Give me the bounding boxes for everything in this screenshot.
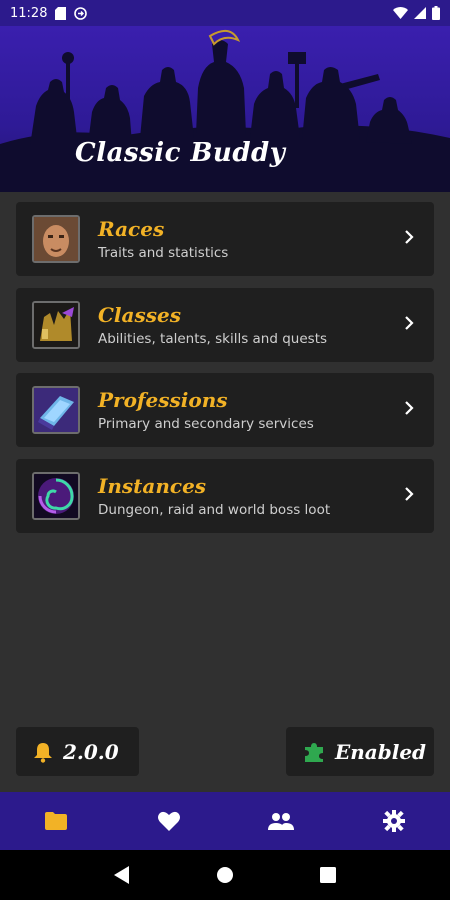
menu-item-subtitle: Abilities, talents, skills and quests [98, 330, 328, 347]
profession-icon [32, 386, 80, 434]
version-button[interactable]: 2.0.0 [16, 727, 139, 776]
menu-item-subtitle: Dungeon, raid and world boss loot [98, 501, 331, 518]
heart-icon [157, 811, 180, 831]
menu-list: Races Traits and statistics Classes Abil… [16, 202, 434, 544]
app-header: Classic Buddy [0, 26, 450, 192]
addon-status-button[interactable]: Enabled [286, 727, 434, 776]
folder-icon [45, 812, 68, 830]
class-icon [32, 300, 80, 349]
nav-settings[interactable] [364, 792, 424, 850]
back-icon[interactable] [113, 866, 130, 884]
chevron-right-icon [405, 230, 414, 244]
nav-favorites[interactable] [139, 792, 199, 850]
puzzle-icon [305, 742, 323, 762]
addon-status-label: Enabled [335, 739, 427, 764]
menu-item-title: Races [98, 217, 165, 241]
race-portrait-icon [32, 215, 80, 263]
chevron-right-icon [405, 401, 414, 415]
nav-community[interactable] [251, 792, 311, 850]
menu-item-title: Instances [98, 473, 207, 498]
instance-portal-icon [32, 471, 80, 520]
menu-item-title: Professions [98, 388, 228, 412]
menu-item-subtitle: Traits and statistics [98, 245, 229, 261]
nav-folder[interactable] [26, 792, 86, 850]
bell-icon [34, 742, 52, 763]
chevron-right-icon [405, 315, 414, 330]
menu-item-subtitle: Primary and secondary services [98, 416, 314, 432]
system-navigation [0, 850, 450, 900]
menu-item-races[interactable]: Races Traits and statistics [16, 202, 434, 276]
sync-icon [74, 6, 88, 20]
version-label: 2.0.0 [63, 739, 119, 764]
menu-item-title: Classes [98, 302, 181, 327]
wifi-icon [393, 7, 408, 19]
menu-item-instances[interactable]: Instances Dungeon, raid and world boss l… [16, 458, 434, 533]
home-icon[interactable] [216, 867, 233, 883]
gear-icon [382, 810, 405, 832]
battery-icon [432, 6, 440, 20]
clock: 11:28 [10, 5, 48, 21]
sd-card-icon [55, 6, 67, 20]
status-bar: 11:28 [0, 0, 450, 26]
menu-item-professions[interactable]: Professions Primary and secondary servic… [16, 373, 434, 447]
people-icon [268, 813, 295, 830]
signal-icon [414, 7, 426, 19]
app-title: Classic Buddy [75, 138, 286, 168]
chevron-right-icon [405, 486, 414, 501]
bottom-navigation [0, 792, 450, 850]
menu-item-classes[interactable]: Classes Abilities, talents, skills and q… [16, 287, 434, 362]
recents-icon[interactable] [320, 867, 337, 883]
